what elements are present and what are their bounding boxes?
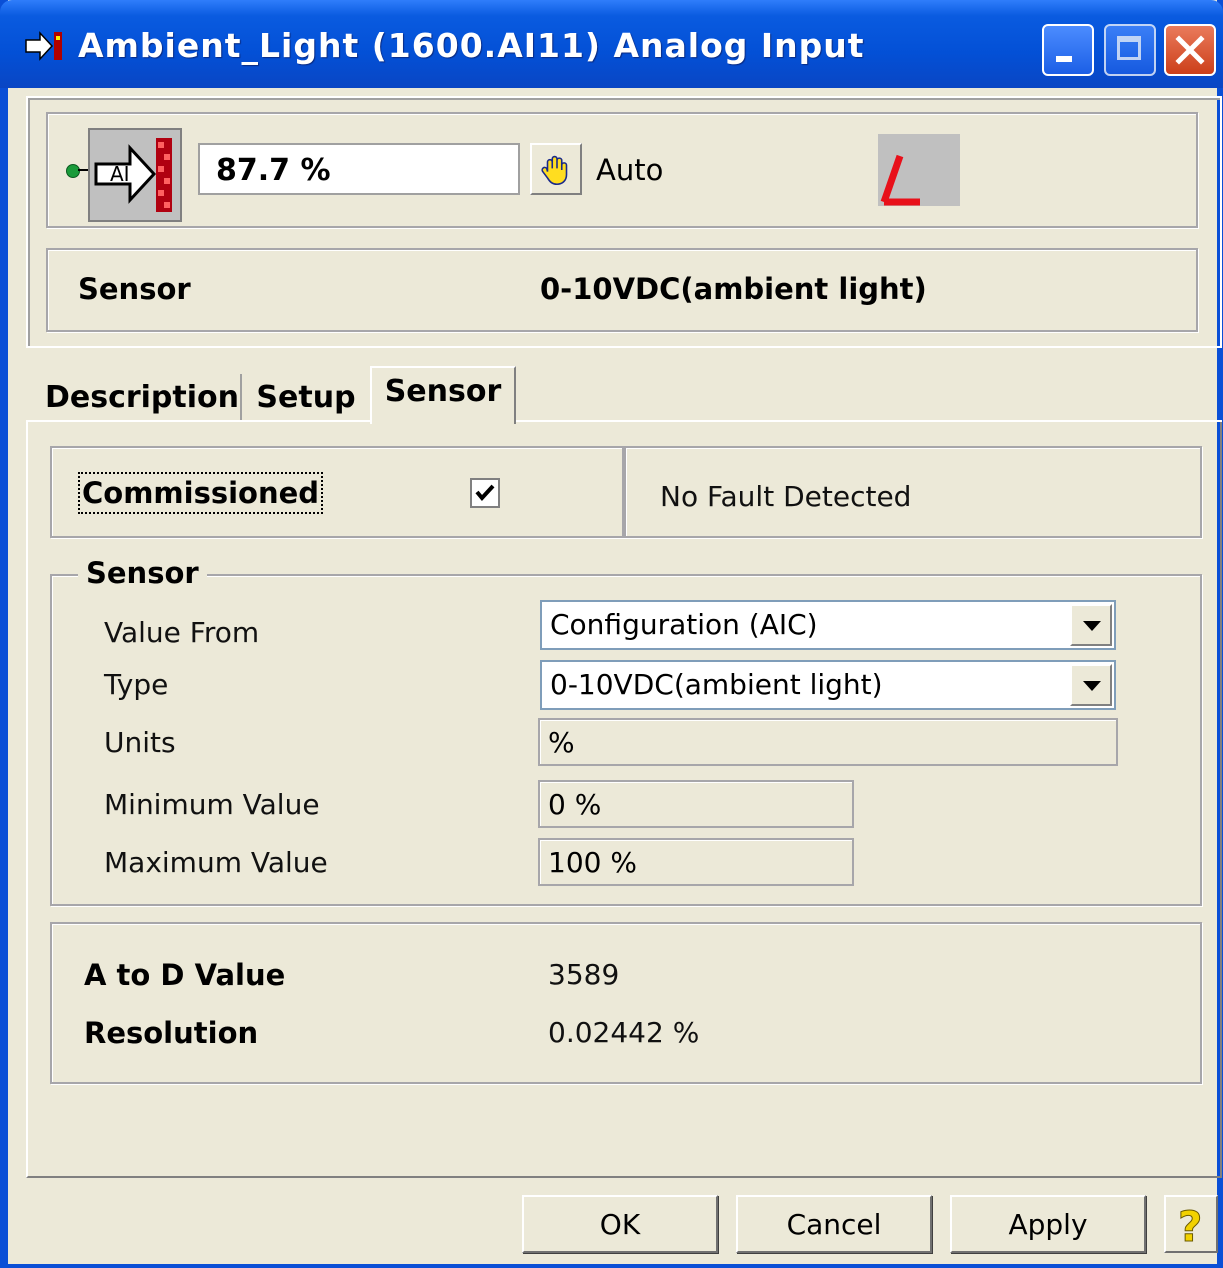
close-icon (1175, 35, 1205, 65)
ai-icon-label: AI (110, 162, 130, 186)
checkmark-icon (475, 484, 495, 502)
type-selected: 0-10VDC(ambient light) (550, 668, 883, 701)
tab-sensor[interactable]: Sensor (370, 366, 516, 424)
dialog-window: Ambient_Light (1600.AI11) Analog Input A… (0, 0, 1223, 1268)
fault-status-text: No Fault Detected (660, 480, 912, 513)
type-dropdown-button[interactable] (1070, 664, 1112, 706)
a-to-d-value: 3589 (548, 958, 620, 991)
commissioned-checkbox[interactable] (470, 478, 500, 508)
value-from-select[interactable]: Configuration (AIC) (540, 600, 1116, 650)
alarm-icon (880, 154, 920, 206)
tab-description[interactable]: Description (44, 374, 242, 420)
units-field: % (538, 718, 1118, 766)
override-button[interactable] (530, 143, 582, 195)
minimize-button[interactable] (1042, 24, 1094, 76)
tab-description-label: Description (44, 380, 240, 415)
analog-input-object-icon[interactable]: AI (88, 128, 182, 222)
help-question-icon: ? (1178, 1202, 1203, 1252)
commissioned-label[interactable]: Commissioned (77, 472, 324, 514)
online-indicator-dot (66, 164, 80, 178)
maximum-value: 100 % (548, 846, 637, 879)
maximize-icon (1117, 36, 1141, 60)
present-value-field[interactable]: 87.7 % (198, 143, 520, 195)
cancel-button[interactable]: Cancel (736, 1195, 932, 1253)
alarm-status-tile (878, 134, 960, 206)
minimum-value-field: 0 % (538, 780, 854, 828)
ok-button[interactable]: OK (522, 1195, 718, 1253)
analog-input-arrow-icon (25, 31, 62, 61)
maximize-button[interactable] (1104, 24, 1156, 76)
sensor-summary-label: Sensor (78, 272, 191, 306)
resolution-value: 0.02442 % (548, 1016, 700, 1049)
mode-label: Auto (596, 153, 664, 187)
value-from-dropdown-button[interactable] (1070, 604, 1112, 646)
maximum-value-field: 100 % (538, 838, 854, 886)
sensor-summary-value: 0-10VDC(ambient light) (540, 272, 927, 306)
window-title: Ambient_Light (1600.AI11) Analog Input (78, 26, 865, 65)
a-to-d-label: A to D Value (84, 958, 286, 992)
resolution-label: Resolution (84, 1016, 259, 1050)
hand-icon (541, 155, 568, 186)
type-select[interactable]: 0-10VDC(ambient light) (540, 660, 1116, 710)
close-button[interactable] (1164, 24, 1216, 76)
a-to-d-frame (50, 922, 1202, 1084)
help-button[interactable]: ? (1164, 1195, 1218, 1253)
tab-sensor-label: Sensor (384, 374, 502, 409)
value-from-selected: Configuration (AIC) (550, 608, 818, 641)
value-from-label: Value From (104, 616, 260, 649)
minimum-value: 0 % (548, 788, 602, 821)
ai-arrow-icon (94, 138, 172, 212)
minimum-value-label: Minimum Value (104, 788, 320, 821)
units-value: % (548, 726, 575, 759)
type-label: Type (104, 668, 169, 701)
sensor-group-title: Sensor (78, 556, 207, 590)
tab-setup[interactable]: Setup (246, 374, 366, 420)
minimize-icon (1056, 56, 1072, 62)
maximum-value-label: Maximum Value (104, 846, 328, 879)
apply-button[interactable]: Apply (950, 1195, 1146, 1253)
units-label: Units (104, 726, 176, 759)
title-bar[interactable]: Ambient_Light (1600.AI11) Analog Input (0, 0, 1223, 88)
svg-text:?: ? (1178, 1202, 1202, 1251)
tab-setup-label: Setup (256, 380, 356, 415)
